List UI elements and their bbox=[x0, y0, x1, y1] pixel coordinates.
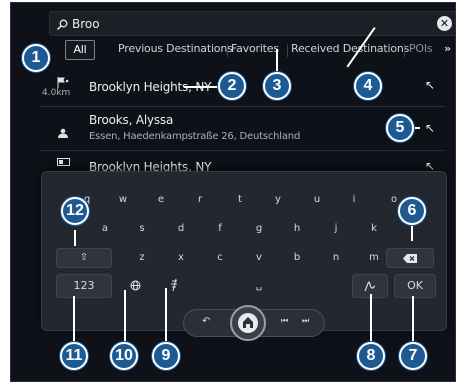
callout-leader bbox=[165, 288, 167, 342]
clear-search-icon[interactable]: ✕ bbox=[437, 16, 452, 31]
tab-pois[interactable]: POIs bbox=[409, 40, 434, 60]
select-result-arrow-icon[interactable]: ↖ bbox=[425, 121, 435, 135]
key[interactable]: w bbox=[117, 194, 129, 205]
key[interactable]: d bbox=[175, 223, 187, 234]
divider bbox=[39, 106, 445, 107]
select-result-arrow-icon[interactable]: ↖ bbox=[425, 78, 435, 92]
result-subtitle: Essen, Haedenkampstraße 26, Deutschland bbox=[89, 131, 301, 142]
search-input[interactable] bbox=[72, 15, 412, 33]
tab-received-destinations[interactable]: Received Destinations bbox=[291, 40, 409, 60]
key[interactable]: f bbox=[214, 223, 226, 234]
key[interactable]: n bbox=[330, 252, 342, 263]
key[interactable]: k bbox=[368, 223, 380, 234]
callout-11: 11 bbox=[60, 342, 88, 370]
callout-9: 9 bbox=[152, 342, 180, 370]
callout-7: 7 bbox=[399, 342, 427, 370]
voice-input-icon[interactable] bbox=[168, 278, 182, 294]
key[interactable]: s bbox=[136, 223, 148, 234]
home-button[interactable] bbox=[230, 305, 266, 341]
key[interactable]: h bbox=[291, 223, 303, 234]
backspace-icon[interactable] bbox=[386, 248, 434, 268]
key[interactable]: b bbox=[291, 252, 303, 263]
key[interactable]: j bbox=[330, 223, 342, 234]
key[interactable]: u bbox=[311, 194, 323, 205]
shift-key[interactable]: ⇧ bbox=[56, 248, 112, 268]
callout-1: 1 bbox=[22, 44, 50, 72]
category-tabs: All Previous Destinations Favorites Rece… bbox=[59, 40, 455, 60]
key[interactable]: y bbox=[272, 194, 284, 205]
contact-icon bbox=[57, 123, 69, 142]
key[interactable]: t bbox=[234, 194, 246, 205]
tab-favorites[interactable]: Favorites bbox=[231, 40, 279, 60]
tab-divider bbox=[404, 44, 405, 57]
result-distance: 4.0km bbox=[42, 88, 71, 98]
callout-leader bbox=[412, 296, 414, 342]
key[interactable]: z bbox=[136, 252, 148, 263]
space-key[interactable]: ␣ bbox=[252, 280, 266, 291]
search-bar[interactable]: ✕ bbox=[49, 11, 455, 36]
callout-5: 5 bbox=[386, 114, 414, 142]
ok-button[interactable]: OK bbox=[394, 274, 436, 298]
previous-track-icon[interactable]: ⏮ bbox=[281, 316, 288, 326]
map-icon bbox=[57, 153, 70, 172]
callout-leader bbox=[411, 225, 413, 241]
callout-4: 4 bbox=[354, 72, 382, 100]
key[interactable]: m bbox=[368, 252, 380, 263]
tab-previous-destinations[interactable]: Previous Destinations bbox=[118, 40, 233, 60]
callout-leader bbox=[124, 290, 126, 342]
key[interactable]: x bbox=[175, 252, 187, 263]
callout-6: 6 bbox=[398, 197, 426, 225]
callout-leader bbox=[74, 230, 76, 246]
numbers-key[interactable]: 123 bbox=[56, 274, 112, 298]
globe-icon[interactable] bbox=[128, 280, 142, 294]
result-row[interactable]: 4.0km Brooklyn Heights, NY ↖ bbox=[39, 69, 455, 103]
tab-divider bbox=[287, 44, 288, 57]
callout-2: 2 bbox=[218, 72, 246, 100]
callout-leader bbox=[73, 296, 75, 342]
result-title: Brooks, Alyssa bbox=[89, 113, 174, 127]
key[interactable]: o bbox=[388, 194, 400, 205]
key[interactable]: i bbox=[348, 194, 360, 205]
callout-10: 10 bbox=[110, 342, 138, 370]
key[interactable]: r bbox=[194, 194, 206, 205]
tab-all[interactable]: All bbox=[65, 40, 95, 60]
key[interactable]: g bbox=[253, 223, 265, 234]
back-icon[interactable]: ↶ bbox=[202, 316, 210, 327]
tabs-more-button[interactable]: » bbox=[444, 40, 451, 60]
search-icon bbox=[56, 16, 68, 35]
home-icon bbox=[238, 313, 258, 333]
tab-divider bbox=[227, 44, 228, 57]
key[interactable]: v bbox=[253, 252, 265, 263]
key[interactable]: e bbox=[155, 194, 167, 205]
callout-leader bbox=[370, 294, 372, 342]
callout-12: 12 bbox=[61, 197, 89, 225]
key[interactable]: c bbox=[214, 252, 226, 263]
result-row[interactable]: Brooklyn Heights, NY ↖ bbox=[39, 153, 455, 174]
scrollbar[interactable] bbox=[455, 69, 456, 179]
callout-8: 8 bbox=[357, 342, 385, 370]
key[interactable]: a bbox=[99, 223, 111, 234]
callout-3: 3 bbox=[263, 72, 291, 100]
divider bbox=[39, 150, 445, 151]
next-track-icon[interactable]: ⏭ bbox=[302, 316, 309, 326]
navigation-screen: ✕ All Previous Destinations Favorites Re… bbox=[10, 2, 456, 382]
